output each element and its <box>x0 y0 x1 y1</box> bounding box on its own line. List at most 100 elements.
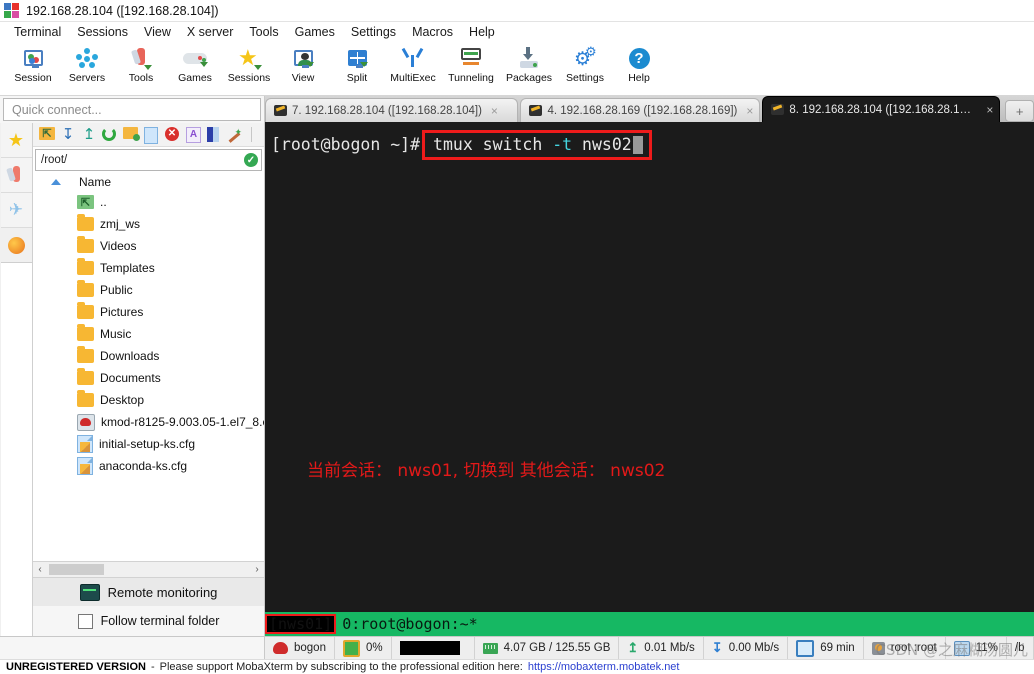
file-list[interactable]: ⇱ .. zmj_ws Videos Templates Public Pict… <box>33 191 264 561</box>
mobaxterm-link[interactable]: https://mobaxterm.mobatek.net <box>528 661 680 673</box>
status-upload-label: 0.01 Mb/s <box>644 642 695 654</box>
list-item[interactable]: zmj_ws <box>33 213 264 235</box>
status-uptime[interactable]: 69 min <box>788 637 864 659</box>
mobaxterm-logo-icon <box>4 2 20 19</box>
sidebar-tab-tools[interactable] <box>0 158 32 193</box>
list-item[interactable]: ⇱ .. <box>33 191 264 213</box>
ribbon-help-button[interactable]: ? Help <box>612 45 666 84</box>
list-item[interactable]: Desktop <box>33 389 264 411</box>
list-item[interactable]: Templates <box>33 257 264 279</box>
user-icon <box>871 641 885 655</box>
remote-monitoring-button[interactable]: Remote monitoring <box>33 577 264 606</box>
status-mount[interactable]: /b <box>1007 637 1034 659</box>
tab-7-192-168-28-104[interactable]: 7. 192.168.28.104 ([192.168.28.104]) × <box>265 98 519 122</box>
menu-sessions[interactable]: Sessions <box>69 22 136 42</box>
sidebar-vertical-tabs: ★ ✈ <box>0 123 33 636</box>
rpm-package-icon <box>77 413 95 431</box>
file-path-bar[interactable]: /root/ ✓ <box>35 149 262 171</box>
menu-terminal[interactable]: Terminal <box>6 22 69 42</box>
sessions-star-icon: ★ <box>237 45 262 71</box>
status-host[interactable]: bogon <box>265 637 335 659</box>
status-cpu[interactable]: 0% <box>335 637 392 659</box>
list-item[interactable]: kmod-r8125-9.003.05-1.el7_8.elrepo <box>33 411 264 433</box>
file-name: .. <box>100 195 107 209</box>
unregistered-version-bar: UNREGISTERED VERSION - Please support Mo… <box>0 659 1034 674</box>
list-item[interactable]: Music <box>33 323 264 345</box>
terminal-area: 7. 192.168.28.104 ([192.168.28.104]) × 4… <box>265 96 1034 636</box>
menu-macros[interactable]: Macros <box>404 22 461 42</box>
status-upload[interactable]: ↥ 0.01 Mb/s <box>619 637 704 659</box>
sidebar-tab-sessions[interactable]: ★ <box>0 123 32 158</box>
ribbon-split-button[interactable]: Split <box>330 45 384 84</box>
command-argument: nws02 <box>572 135 632 154</box>
tab-close-icon[interactable]: × <box>986 103 993 117</box>
delete-icon[interactable]: ✕ <box>165 126 181 143</box>
status-graph[interactable] <box>392 637 475 659</box>
ribbon-multiexec-button[interactable]: MultiExec <box>384 45 442 84</box>
binary-mode-icon[interactable] <box>207 126 223 143</box>
help-question-icon: ? <box>628 45 650 71</box>
file-list-horizontal-scrollbar[interactable]: ‹ › <box>33 561 264 577</box>
remote-monitoring-label: Remote monitoring <box>107 584 218 600</box>
status-disk-label: 11% <box>975 642 998 654</box>
command-text: tmux switch <box>433 135 553 154</box>
file-name: Downloads <box>100 349 160 363</box>
list-item[interactable]: Pictures <box>33 301 264 323</box>
list-item[interactable]: anaconda-ks.cfg <box>33 455 264 477</box>
status-disk[interactable]: 11% <box>946 637 1007 659</box>
terminal-screen[interactable]: [root@bogon ~]# tmux switch -t nws02 当前会… <box>265 122 1034 612</box>
servers-icon <box>76 45 98 71</box>
go-up-folder-icon[interactable]: ⇱ <box>39 126 55 143</box>
list-item[interactable]: Public <box>33 279 264 301</box>
folder-icon <box>77 258 94 275</box>
ribbon-packages-button[interactable]: Packages <box>500 45 558 84</box>
scrollbar-thumb[interactable] <box>49 564 104 575</box>
quick-connect-input[interactable]: Quick connect... <box>3 98 261 121</box>
ribbon-view-button[interactable]: View <box>276 45 330 84</box>
edit-wand-icon[interactable]: ✦ <box>228 127 244 143</box>
ribbon-tools-button[interactable]: Tools <box>114 45 168 84</box>
download-icon[interactable]: ↧ <box>60 127 76 143</box>
list-item[interactable]: Downloads <box>33 345 264 367</box>
list-item[interactable]: Documents <box>33 367 264 389</box>
tab-close-icon[interactable]: × <box>491 104 498 118</box>
ribbon-settings-button[interactable]: ⚙ ⚙ Settings <box>558 45 612 84</box>
menu-x-server[interactable]: X server <box>179 22 242 42</box>
status-download[interactable]: ↧ 0.00 Mb/s <box>704 637 789 659</box>
status-user[interactable]: root :root <box>864 637 946 659</box>
text-mode-icon[interactable]: A <box>186 126 202 143</box>
follow-terminal-folder-checkbox[interactable] <box>77 613 93 629</box>
list-item[interactable]: initial-setup-ks.cfg <box>33 433 264 455</box>
tab-close-icon[interactable]: × <box>746 104 753 118</box>
follow-terminal-folder-label: Follow terminal folder <box>100 614 220 628</box>
sidebar-tab-sftp[interactable]: ✈ <box>0 193 32 228</box>
ribbon-servers-button[interactable]: Servers <box>60 45 114 84</box>
scroll-left-arrow[interactable]: ‹ <box>33 564 47 575</box>
menu-settings[interactable]: Settings <box>343 22 404 42</box>
new-tab-button[interactable]: + <box>1005 100 1034 122</box>
menu-help[interactable]: Help <box>461 22 503 42</box>
new-file-icon[interactable] <box>144 126 160 144</box>
ribbon-packages-label: Packages <box>505 72 553 84</box>
new-folder-icon[interactable] <box>123 126 140 143</box>
status-memory[interactable]: 4.07 GB / 125.55 GB <box>475 637 620 659</box>
ribbon-session-button[interactable]: Session <box>6 45 60 84</box>
upload-icon[interactable]: ↥ <box>81 127 97 143</box>
menu-tools[interactable]: Tools <box>241 22 286 42</box>
config-file-icon <box>77 457 93 475</box>
tab-4-192-168-28-169[interactable]: 4. 192.168.28.169 ([192.168.28.169]) × <box>520 98 761 122</box>
refresh-icon[interactable] <box>102 126 118 143</box>
list-item[interactable]: Videos <box>33 235 264 257</box>
ribbon-sessions-button[interactable]: ★ Sessions <box>222 45 276 85</box>
parent-folder-icon: ⇱ <box>77 195 94 209</box>
tab-8-192-168-28-104[interactable]: 8. 192.168.28.104 ([192.168.28.104]) × <box>762 96 1001 122</box>
sidebar-tab-macros[interactable] <box>1 228 32 262</box>
follow-terminal-folder-row[interactable]: Follow terminal folder <box>33 606 264 636</box>
scroll-right-arrow[interactable]: › <box>250 564 264 575</box>
menu-games[interactable]: Games <box>287 22 343 42</box>
ribbon-tunneling-button[interactable]: Tunneling <box>442 45 500 84</box>
multiexec-icon <box>401 45 424 71</box>
file-list-header[interactable]: Name <box>33 173 264 191</box>
ribbon-games-button[interactable]: Games <box>168 45 222 84</box>
menu-view[interactable]: View <box>136 22 179 42</box>
